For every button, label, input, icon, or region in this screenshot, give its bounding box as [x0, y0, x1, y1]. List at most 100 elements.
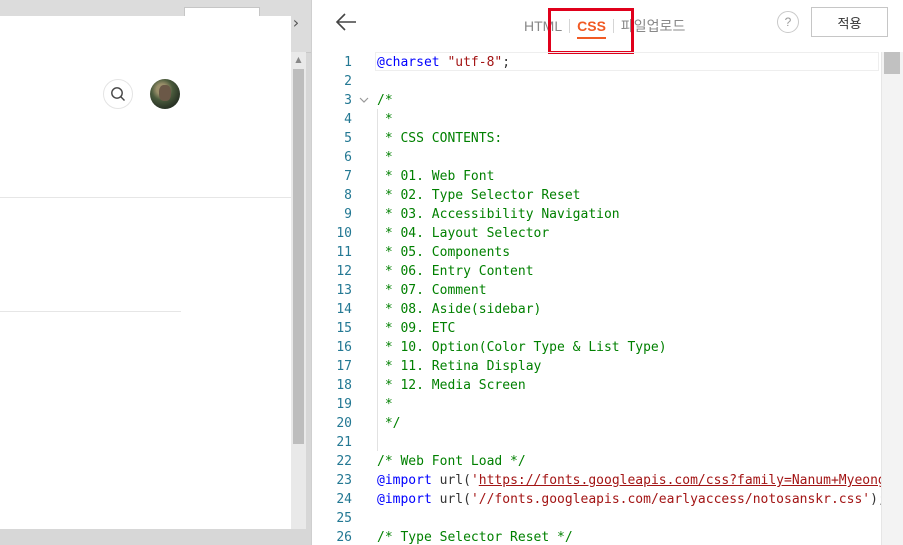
line-number: 18: [336, 378, 352, 393]
code-line[interactable]: 9 * 03. Accessibility Navigation: [312, 205, 881, 224]
line-number: 8: [344, 188, 352, 203]
code-text: /*: [377, 91, 393, 110]
line-number: 1: [344, 55, 352, 70]
code-text: *: [377, 148, 393, 167]
code-text: * 03. Accessibility Navigation: [377, 205, 620, 224]
code-scrollbar[interactable]: [881, 52, 903, 545]
code-token: );: [870, 492, 881, 507]
code-token: /* Type Selector Reset */: [377, 530, 573, 545]
code-text: * 04. Layout Selector: [377, 224, 549, 243]
line-number: 22: [336, 454, 352, 469]
search-button[interactable]: [103, 79, 133, 109]
code-text: */: [377, 414, 401, 433]
line-number: 21: [336, 435, 352, 450]
code-token: * 09. ETC: [377, 321, 456, 336]
code-line[interactable]: 2: [312, 72, 881, 91]
code-text: * 11. Retina Display: [377, 357, 542, 376]
code-line[interactable]: 4 *: [312, 110, 881, 129]
code-token: */: [377, 416, 401, 431]
code-line[interactable]: 18 * 12. Media Screen: [312, 376, 881, 395]
code-line[interactable]: 1 @charset "utf-8";: [312, 53, 881, 72]
code-line[interactable]: 19 *: [312, 395, 881, 414]
search-icon: [111, 87, 125, 101]
code-token: @charset: [377, 55, 440, 70]
code-line[interactable]: 20 */: [312, 414, 881, 433]
code-token: * CSS CONTENTS:: [377, 131, 503, 146]
code-text: * 02. Type Selector Reset: [377, 186, 581, 205]
avatar[interactable]: [150, 79, 180, 109]
line-number: 17: [336, 359, 352, 374]
code-line[interactable]: 7 * 01. Web Font: [312, 167, 881, 186]
code-text: *: [377, 395, 393, 414]
tab-file-upload[interactable]: 파일업로드: [614, 16, 692, 36]
code-line[interactable]: 23 @import url('https://fonts.googleapis.…: [312, 471, 881, 490]
code-token: '//fonts.googleapis.com/earlyaccess/noto…: [470, 492, 871, 507]
code-line[interactable]: 16 * 10. Option(Color Type & List Type): [312, 338, 881, 357]
divider: [0, 197, 291, 198]
code-token: *: [377, 112, 393, 127]
code-line[interactable]: 15 * 09. ETC: [312, 319, 881, 338]
code-line[interactable]: 5 * CSS CONTENTS:: [312, 129, 881, 148]
divider: [0, 311, 181, 312]
code-line[interactable]: 17 * 11. Retina Display: [312, 357, 881, 376]
code-token: * 11. Retina Display: [377, 359, 542, 374]
tab-css[interactable]: CSS: [570, 18, 613, 39]
code-token: *: [377, 150, 393, 165]
code-line[interactable]: 14 * 08. Aside(sidebar): [312, 300, 881, 319]
line-number: 6: [344, 150, 352, 165]
scroll-up-arrow-icon[interactable]: ▲: [291, 52, 306, 67]
line-number: 19: [336, 397, 352, 412]
code-token: * 07. Comment: [377, 283, 487, 298]
code-token: * 10. Option(Color Type & List Type): [377, 340, 667, 355]
preview-pane: 새로고침 › ▲: [0, 0, 311, 545]
code-line[interactable]: 25: [312, 509, 881, 528]
line-number: 23: [336, 473, 352, 488]
code-text: *: [377, 110, 393, 129]
code-token: /*: [377, 93, 393, 108]
code-token: * 08. Aside(sidebar): [377, 302, 542, 317]
code-token: ': [470, 473, 479, 488]
apply-button[interactable]: 적용: [811, 7, 888, 37]
line-number: 7: [344, 169, 352, 184]
code-scroll-thumb[interactable]: [884, 52, 900, 74]
code-line[interactable]: 13 * 07. Comment: [312, 281, 881, 300]
code-line[interactable]: 22 /* Web Font Load */: [312, 452, 881, 471]
code-text: * 01. Web Font: [377, 167, 495, 186]
code-text: * 09. ETC: [377, 319, 455, 338]
code-editor[interactable]: 1 @charset "utf-8"; 2 3/* 4 * 5 * CSS CONTENT…: [312, 52, 881, 545]
code-token: * 04. Layout Selector: [377, 226, 550, 241]
code-line[interactable]: 12 * 06. Entry Content: [312, 262, 881, 281]
code-text: @import url('//fonts.googleapis.com/earl…: [377, 490, 881, 509]
code-text: * 12. Media Screen: [377, 376, 526, 395]
preview-scrollbar[interactable]: ▲: [291, 52, 306, 529]
preview-scroll-thumb[interactable]: [293, 69, 304, 444]
line-number: 20: [336, 416, 352, 431]
tab-html[interactable]: HTML: [517, 18, 569, 34]
code-line[interactable]: 8 * 02. Type Selector Reset: [312, 186, 881, 205]
code-line[interactable]: 11 * 05. Components: [312, 243, 881, 262]
line-number: 16: [336, 340, 352, 355]
line-number: 24: [336, 492, 352, 507]
code-line[interactable]: 10 * 04. Layout Selector: [312, 224, 881, 243]
code-text: /* Type Selector Reset */: [377, 528, 573, 545]
code-token: * 06. Entry Content: [377, 264, 534, 279]
editor-header: HTML CSS 파일업로드 ? 적용: [312, 0, 903, 54]
code-token: ;: [502, 55, 511, 70]
code-line[interactable]: 26 /* Type Selector Reset */: [312, 528, 881, 545]
code-token: * 03. Accessibility Navigation: [377, 207, 620, 222]
code-line[interactable]: 6 *: [312, 148, 881, 167]
code-token: "utf-8": [447, 55, 503, 70]
code-token: * 01. Web Font: [377, 169, 495, 184]
code-line[interactable]: 21: [312, 433, 881, 452]
code-text: * 08. Aside(sidebar): [377, 300, 542, 319]
code-text: @import url('https://fonts.googleapis.co…: [377, 471, 881, 490]
code-text: /* Web Font Load */: [377, 452, 526, 471]
code-line[interactable]: 3 /*: [312, 91, 881, 110]
code-token: url(: [431, 473, 471, 488]
help-button[interactable]: ?: [777, 11, 799, 33]
code-line[interactable]: 24 @import url('//fonts.googleapis.com/ea…: [312, 490, 881, 509]
back-button[interactable]: [334, 10, 360, 36]
code-token: @import: [377, 473, 432, 488]
line-number: 14: [336, 302, 352, 317]
line-number: 13: [336, 283, 352, 298]
